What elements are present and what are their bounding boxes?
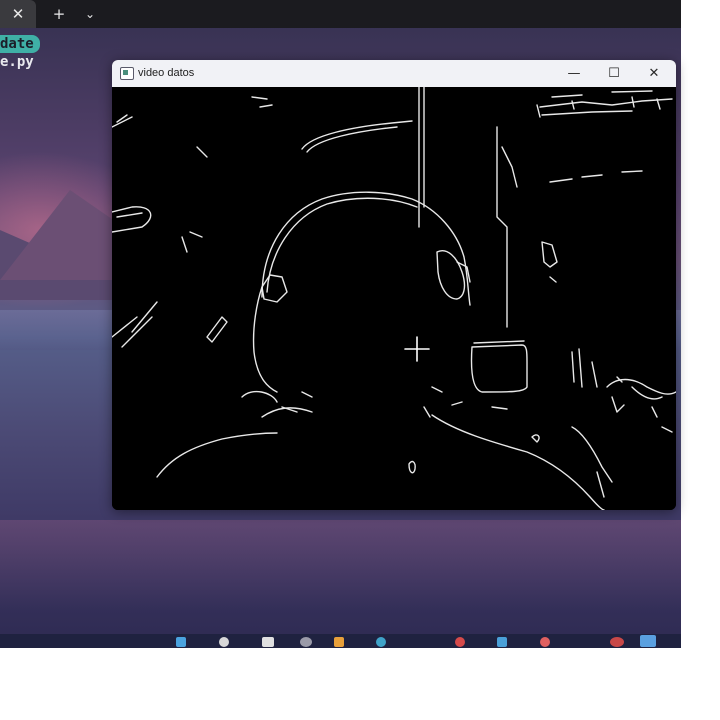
edge-left-small <box>181 146 208 253</box>
edge-right-shoulder <box>431 414 605 510</box>
edge-left-blob2 <box>116 212 143 218</box>
edge-right-bottom-cluster <box>606 378 676 413</box>
edge-right-door2 <box>501 146 518 188</box>
app-icon[interactable] <box>610 637 624 647</box>
close-tab-icon[interactable]: ✕ <box>8 4 28 24</box>
edge-top-arc2 <box>306 126 398 153</box>
close-button[interactable]: ✕ <box>634 60 674 87</box>
edge-left-earcup <box>252 286 278 393</box>
edge-left-shoulder <box>156 432 278 478</box>
maximize-button[interactable]: ☐ <box>594 60 634 87</box>
edge-headphone-band <box>266 197 418 293</box>
edge-right-lower <box>571 426 613 498</box>
edge-top-arc <box>301 120 413 150</box>
edge-left-rect <box>206 316 228 343</box>
app-icon[interactable] <box>334 637 344 647</box>
new-tab-button[interactable]: + <box>49 4 69 24</box>
edge-right-top-cluster <box>539 90 673 116</box>
edge-right-door <box>496 126 508 328</box>
crosshair-cursor <box>404 336 430 362</box>
app-icon[interactable] <box>262 637 274 647</box>
edge-left-blob <box>112 206 152 233</box>
edge-center-bits <box>423 386 540 443</box>
chrome-icon[interactable] <box>219 637 229 647</box>
wallpaper-reflection <box>0 520 681 610</box>
app-icon[interactable] <box>455 637 465 647</box>
minimize-button[interactable]: — <box>554 60 594 87</box>
edge-right-mid <box>549 170 643 183</box>
edge-right-objects <box>541 241 558 283</box>
edge-head-outline <box>261 191 471 306</box>
explorer-icon[interactable] <box>176 637 186 647</box>
edge-right-small <box>571 348 598 388</box>
taskbar <box>0 634 681 648</box>
terminal-text-update: date <box>0 35 40 53</box>
window-title: video datos <box>138 67 195 79</box>
terminal-tab-bar: ✕ + ⌄ <box>0 0 681 28</box>
edge-top-left <box>112 96 273 128</box>
terminal-tab[interactable]: ✕ <box>0 0 36 28</box>
video-window[interactable]: video datos — ☐ ✕ <box>112 60 676 510</box>
edge-vertical-pole <box>418 87 425 228</box>
edge-left-diag <box>112 301 158 348</box>
edge-detection-frame <box>112 87 676 510</box>
tab-dropdown-icon[interactable]: ⌄ <box>80 4 100 24</box>
window-app-icon <box>120 67 134 80</box>
video-canvas[interactable] <box>112 87 676 510</box>
app-icon[interactable] <box>540 637 550 647</box>
edge-cup-rim <box>473 340 525 344</box>
edge-cup <box>470 344 528 393</box>
terminal-text-file: e.py <box>0 54 34 70</box>
vscode-icon[interactable] <box>497 637 507 647</box>
python-icon[interactable] <box>376 637 386 647</box>
edge-right-earcup <box>436 250 466 300</box>
edge-lower-blob <box>408 460 416 474</box>
edge-left-ear-detail <box>261 274 288 303</box>
terminal-icon[interactable] <box>640 635 656 647</box>
app-icon[interactable] <box>300 637 312 647</box>
window-titlebar[interactable]: video datos — ☐ ✕ <box>112 60 676 88</box>
